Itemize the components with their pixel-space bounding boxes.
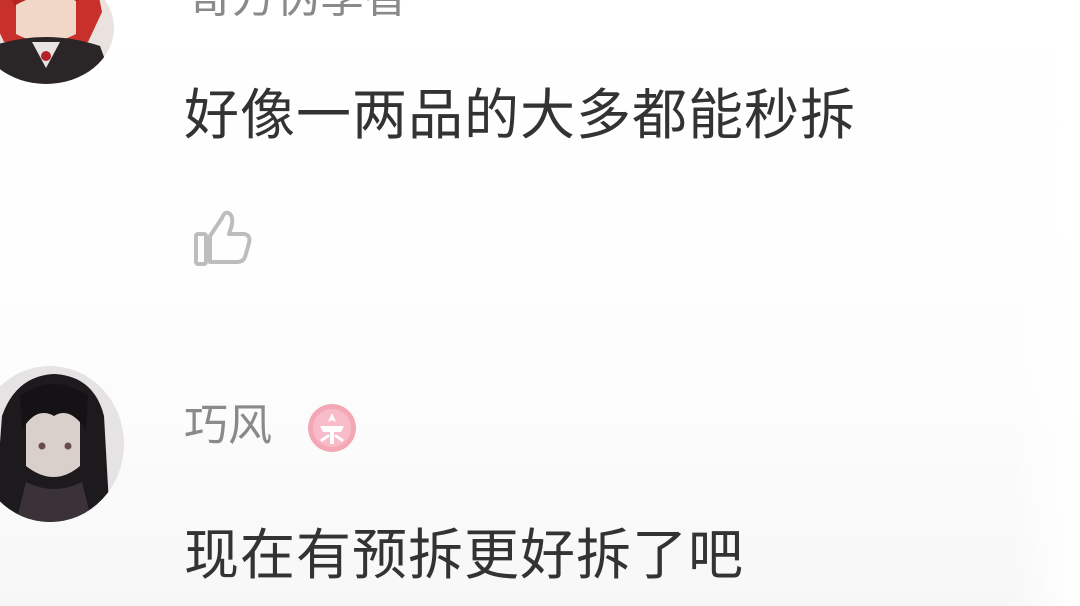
user-avatar[interactable] — [0, 366, 124, 522]
comment-text: 好像一两品的大多都能秒拆 — [184, 83, 857, 147]
username[interactable]: 哥方伪季香 — [188, 0, 408, 20]
user-avatar[interactable] — [0, 0, 114, 84]
red-hair-character-avatar-icon — [0, 0, 114, 84]
thumbs-up-icon — [194, 210, 252, 266]
comment-list: 哥方伪季香 好像一两品的大多都能秒拆 巧风 现在有预拆更好拆了吧 — [0, 0, 1080, 606]
comment-text: 现在有预拆更好拆了吧 — [184, 523, 745, 587]
like-button[interactable] — [190, 204, 256, 270]
level-badge-icon — [308, 404, 356, 452]
username[interactable]: 巧风 — [184, 404, 272, 448]
black-hair-character-avatar-icon — [0, 366, 124, 522]
edge-fade — [1010, 0, 1080, 606]
level-badge — [306, 402, 358, 454]
